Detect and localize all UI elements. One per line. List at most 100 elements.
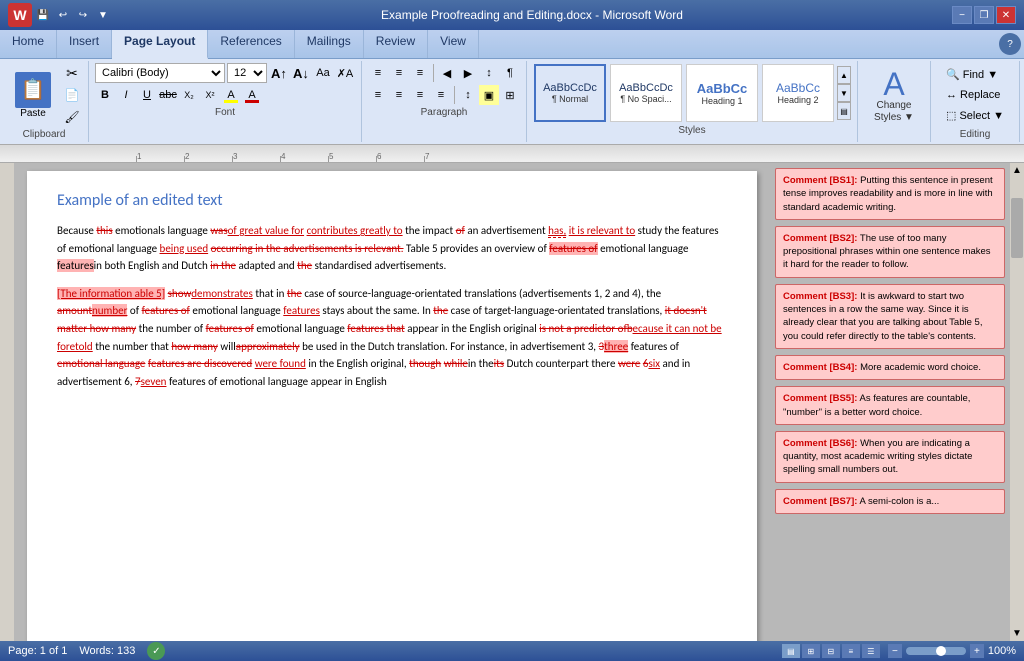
change-styles-button[interactable]: A ChangeStyles ▼: [864, 63, 924, 129]
style-nospacing[interactable]: AaBbCcDc ¶ No Spaci...: [610, 64, 682, 122]
shading-button[interactable]: ▣: [479, 85, 499, 105]
justify-button[interactable]: ≡: [431, 85, 451, 105]
scroll-up-button[interactable]: ▲: [1010, 163, 1024, 178]
zoom-in-button[interactable]: +: [970, 644, 984, 658]
quickaccess-dropdown[interactable]: ▼: [94, 6, 112, 24]
outline-button[interactable]: ≡: [842, 644, 860, 658]
tab-review[interactable]: Review: [364, 30, 428, 58]
style-normal[interactable]: AaBbCcDc ¶ Normal: [534, 64, 606, 122]
font-controls: Calibri (Body) 12 A↑ A↓ Aa ✗A B I U abc …: [95, 63, 355, 105]
para-row2: ≡ ≡ ≡ ≡ ↕ ▣ ⊞: [368, 85, 520, 105]
tab-insert[interactable]: Insert: [57, 30, 112, 58]
format-painter-button[interactable]: 🖌: [62, 107, 82, 127]
deleted-features-that: features that: [347, 322, 404, 335]
copy-button[interactable]: 📄: [62, 85, 82, 105]
save-button[interactable]: 💾: [34, 6, 52, 24]
deleted-in-the: in the: [210, 259, 236, 272]
clear-format-button[interactable]: ✗A: [335, 63, 355, 83]
bold-button[interactable]: B: [95, 85, 115, 105]
title-bar-left: W 💾 ↩ ↪ ▼: [8, 3, 112, 27]
numbering-button[interactable]: ≡: [389, 63, 409, 83]
undo-button[interactable]: ↩: [54, 6, 72, 24]
font-family-select[interactable]: Calibri (Body): [95, 63, 225, 83]
restore-button[interactable]: ❐: [974, 6, 994, 24]
italic-button[interactable]: I: [116, 85, 136, 105]
subscript-button[interactable]: X₂: [179, 85, 199, 105]
word-count: Words: 133: [79, 645, 135, 657]
scroll-down-button[interactable]: ▼: [1010, 626, 1024, 641]
zoom-out-button[interactable]: −: [888, 644, 902, 658]
web-layout-button[interactable]: ⊟: [822, 644, 840, 658]
sort-button[interactable]: ↕: [479, 63, 499, 83]
select-button[interactable]: ⬚ Select ▼: [941, 106, 1009, 125]
separator1: [433, 64, 434, 82]
highlight-button[interactable]: A: [221, 85, 241, 105]
editing-label: Editing: [960, 129, 991, 140]
print-layout-button[interactable]: ▤: [782, 644, 800, 658]
tab-home[interactable]: Home: [0, 30, 57, 58]
tab-references[interactable]: References: [208, 30, 294, 58]
draft-button[interactable]: ☰: [862, 644, 880, 658]
align-right-button[interactable]: ≡: [410, 85, 430, 105]
underline-button[interactable]: U: [137, 85, 157, 105]
inserted-seven: seven: [141, 375, 167, 388]
tab-view[interactable]: View: [428, 30, 479, 58]
font-size-select[interactable]: 12: [227, 63, 267, 83]
dec-indent-button[interactable]: ◀: [437, 63, 457, 83]
font-grow-button[interactable]: A↑: [269, 63, 289, 83]
tab-spacer: [479, 30, 996, 58]
borders-button[interactable]: ⊞: [500, 85, 520, 105]
align-center-button[interactable]: ≡: [389, 85, 409, 105]
scroll-thumb[interactable]: [1011, 198, 1023, 258]
ruler-1: 1: [136, 156, 184, 162]
para-controls: ≡ ≡ ≡ ◀ ▶ ↕ ¶ ≡ ≡ ≡ ≡ ↕ ▣ ⊞: [368, 63, 520, 105]
line-spacing-button[interactable]: ↕: [458, 85, 478, 105]
inc-indent-button[interactable]: ▶: [458, 63, 478, 83]
left-area: [0, 163, 14, 641]
deleted-of: of: [456, 224, 465, 237]
cut-button[interactable]: ✂: [62, 63, 82, 83]
styles-scroll-up[interactable]: ▲: [837, 66, 851, 84]
styles-scroll-down[interactable]: ▼: [837, 84, 851, 102]
styles-expand[interactable]: ▤: [837, 102, 851, 120]
font-label: Font: [215, 107, 235, 118]
bullets-button[interactable]: ≡: [368, 63, 388, 83]
strikethrough-button[interactable]: abc: [158, 85, 178, 105]
inserted-three: three: [604, 340, 628, 353]
fullscreen-button[interactable]: ⊞: [802, 644, 820, 658]
change-case-button[interactable]: Aa: [313, 63, 333, 83]
inserted-has: has,: [548, 224, 566, 238]
zoom-slider[interactable]: [906, 647, 966, 655]
font-shrink-button[interactable]: A↓: [291, 63, 311, 83]
deleted-text-1: this: [96, 224, 112, 237]
document-scroll[interactable]: Example of an edited text Because this e…: [14, 163, 770, 641]
paste-button[interactable]: 📋 Paste: [6, 67, 60, 124]
status-bar: Page: 1 of 1 Words: 133 ✓ ▤ ⊞ ⊟ ≡ ☰ − + …: [0, 641, 1024, 661]
style-heading2[interactable]: AaBbCc Heading 2: [762, 64, 834, 122]
comment-bs2: Comment [BS2]: The use of too many prepo…: [775, 226, 1005, 278]
replace-button[interactable]: ↔ Replace: [941, 86, 1009, 104]
inserted-being-used: being used: [160, 242, 209, 255]
document-area: Example of an edited text Because this e…: [0, 163, 1024, 641]
font-color-button[interactable]: A: [242, 85, 262, 105]
quick-access-toolbar: W 💾 ↩ ↪ ▼: [8, 3, 112, 27]
minimize-button[interactable]: −: [952, 6, 972, 24]
close-button[interactable]: ✕: [996, 6, 1016, 24]
find-button[interactable]: 🔍 Find ▼: [941, 65, 1009, 84]
word-logo: W: [8, 3, 32, 27]
vertical-scrollbar[interactable]: ▲ ▼: [1010, 163, 1024, 641]
change-styles-label: ChangeStyles ▼: [874, 100, 914, 124]
spell-check-icon[interactable]: ✓: [147, 642, 165, 660]
redo-button[interactable]: ↪: [74, 6, 92, 24]
style-heading1[interactable]: AaBbCc Heading 1: [686, 64, 758, 122]
help-button[interactable]: ?: [999, 33, 1021, 55]
document-page: Example of an edited text Because this e…: [27, 171, 757, 641]
show-formatting-button[interactable]: ¶: [500, 63, 520, 83]
tab-mailings[interactable]: Mailings: [295, 30, 364, 58]
align-left-button[interactable]: ≡: [368, 85, 388, 105]
deleted-features-of3: features of: [206, 322, 254, 335]
multilevel-button[interactable]: ≡: [410, 63, 430, 83]
tab-pagelayout[interactable]: Page Layout: [112, 30, 208, 59]
ribbon: Home Insert Page Layout References Maili…: [0, 30, 1024, 145]
superscript-button[interactable]: X²: [200, 85, 220, 105]
